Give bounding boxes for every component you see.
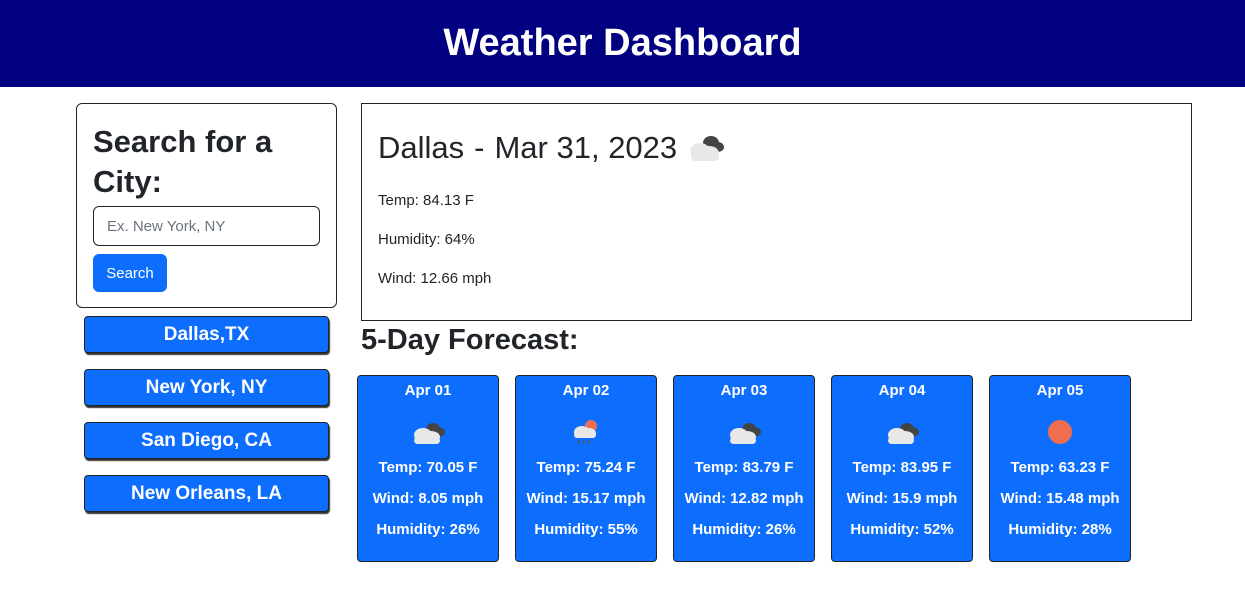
title-separator: -: [474, 130, 485, 165]
forecast-humidity: Humidity: 26%: [376, 521, 480, 538]
forecast-humidity: Humidity: 28%: [1008, 521, 1112, 538]
broken-clouds-icon: [674, 412, 814, 452]
history-button-dallas[interactable]: Dallas,TX: [84, 316, 329, 353]
search-history-list: Dallas,TX New York, NY San Diego, CA New…: [84, 316, 329, 528]
broken-clouds-icon: [685, 131, 725, 171]
current-date: Mar 31, 2023: [494, 130, 678, 165]
forecast-card: Apr 01 Temp: 70.05 F Wind: 8.05 mph Humi…: [357, 375, 499, 562]
current-temp: Temp: 84.13 F: [378, 192, 474, 209]
forecast-wind: Wind: 15.48 mph: [1000, 490, 1120, 507]
forecast-temp: Temp: 83.79 F: [694, 459, 794, 476]
forecast-temp: Temp: 75.24 F: [536, 459, 636, 476]
forecast-date: Apr 02: [562, 382, 610, 399]
forecast-humidity: Humidity: 55%: [534, 521, 638, 538]
current-wind: Wind: 12.66 mph: [378, 270, 492, 287]
history-button-san-diego[interactable]: San Diego, CA: [84, 422, 329, 459]
forecast-heading: 5-Day Forecast:: [361, 324, 579, 356]
forecast-temp: Temp: 70.05 F: [378, 459, 478, 476]
history-button-new-york[interactable]: New York, NY: [84, 369, 329, 406]
history-button-new-orleans[interactable]: New Orleans, LA: [84, 475, 329, 512]
forecast-card: Apr 04 Temp: 83.95 F Wind: 15.9 mph Humi…: [831, 375, 973, 562]
forecast-humidity: Humidity: 52%: [850, 521, 954, 538]
forecast-temp: Temp: 83.95 F: [852, 459, 952, 476]
page-title: Weather Dashboard: [443, 22, 802, 64]
forecast-date: Apr 05: [1036, 382, 1084, 399]
current-humidity: Humidity: 64%: [378, 231, 475, 248]
forecast-wind: Wind: 8.05 mph: [372, 490, 484, 507]
forecast-date: Apr 04: [878, 382, 926, 399]
forecast-humidity: Humidity: 26%: [692, 521, 796, 538]
forecast-date: Apr 03: [720, 382, 768, 399]
forecast-wind: Wind: 15.17 mph: [526, 490, 646, 507]
forecast-temp: Temp: 63.23 F: [1010, 459, 1110, 476]
forecast-wind: Wind: 12.82 mph: [684, 490, 804, 507]
broken-clouds-icon: [832, 412, 972, 452]
forecast-card: Apr 05 Temp: 63.23 F Wind: 15.48 mph Hum…: [989, 375, 1131, 562]
forecast-cards: Apr 01 Temp: 70.05 F Wind: 8.05 mph Humi…: [357, 375, 1147, 562]
forecast-card: Apr 03 Temp: 83.79 F Wind: 12.82 mph Hum…: [673, 375, 815, 562]
search-button[interactable]: Search: [93, 254, 167, 292]
app-header: Weather Dashboard: [0, 0, 1245, 87]
forecast-wind: Wind: 15.9 mph: [846, 490, 958, 507]
rain-sun-icon: [516, 412, 656, 452]
current-weather-panel: Dallas - Mar 31, 2023 Temp: 84.13 F Humi…: [361, 103, 1192, 321]
clear-sun-icon: [990, 412, 1130, 452]
broken-clouds-icon: [358, 412, 498, 452]
city-search-input[interactable]: [93, 206, 320, 246]
current-weather-title: Dallas - Mar 31, 2023: [378, 128, 1175, 168]
current-city: Dallas: [378, 130, 465, 165]
search-heading: Search for a City:: [93, 124, 273, 199]
forecast-date: Apr 01: [404, 382, 452, 399]
search-panel: Search for a City: Search: [76, 103, 337, 308]
forecast-card: Apr 02 Temp: 75.24 F Wind: 15.17 mph Hum…: [515, 375, 657, 562]
